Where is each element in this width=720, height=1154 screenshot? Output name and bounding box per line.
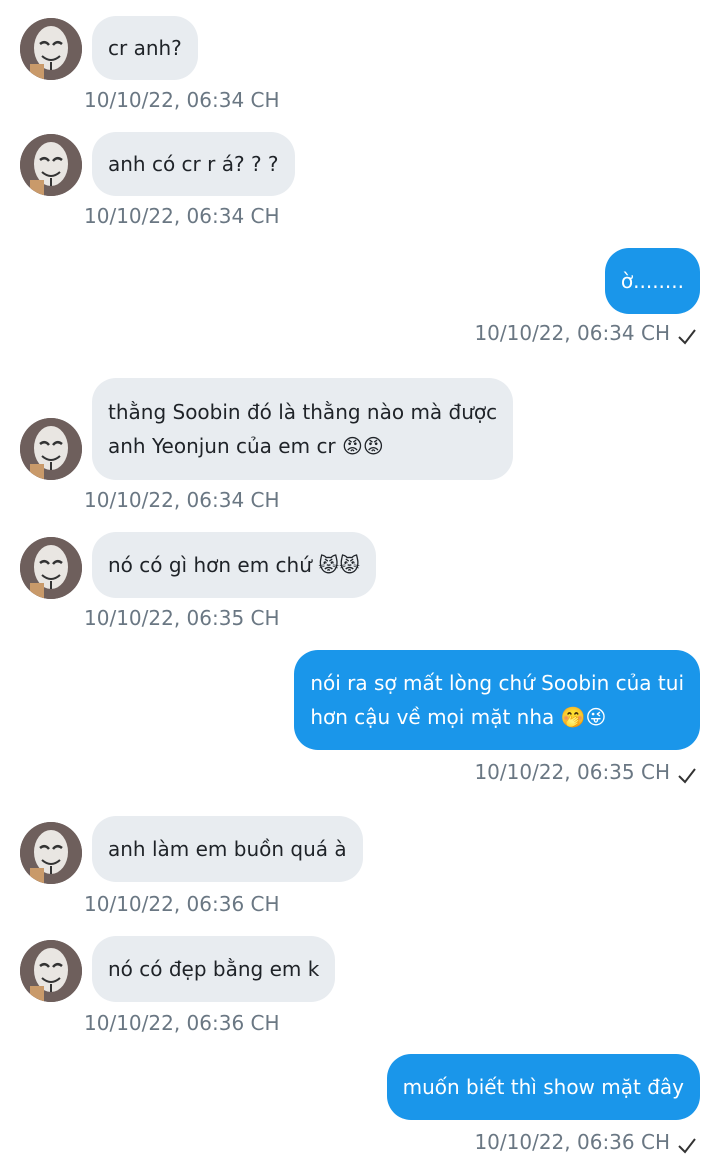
avatar-icon[interactable] [20, 822, 82, 884]
avatar-icon[interactable] [20, 537, 82, 599]
message-timestamp: 10/10/22, 06:34 CH [84, 88, 280, 112]
avatar-icon[interactable] [20, 18, 82, 80]
checkmark-icon [676, 764, 698, 786]
message-text-line: thằng Soobin đó là thằng nào mà được [108, 400, 498, 424]
message-text: anh có cr r á? ? ? [108, 152, 279, 176]
avatar-icon[interactable] [20, 418, 82, 480]
message-timestamp: 10/10/22, 06:36 CH [474, 1130, 670, 1154]
message-text: nó có gì hơn em chứ 😾😾 [108, 553, 360, 577]
message-text: muốn biết thì show mặt đây [402, 1075, 684, 1099]
message-bubble[interactable]: nó có gì hơn em chứ 😾😾 [92, 532, 376, 598]
message-text-line: hơn cậu về mọi mặt nha 🤭😜 [310, 705, 607, 729]
checkmark-icon [676, 1134, 698, 1154]
message-bubble[interactable]: anh làm em buồn quá à [92, 816, 363, 882]
checkmark-icon [676, 325, 698, 347]
message-bubble[interactable]: ờ........ [604, 248, 700, 314]
avatar-icon[interactable] [20, 940, 82, 1002]
message-timestamp: 10/10/22, 06:35 CH [84, 606, 280, 630]
message-text-line: anh Yeonjun của em cr 😡😡 [108, 434, 384, 458]
message-text: anh làm em buồn quá à [108, 837, 347, 861]
message-bubble[interactable]: muốn biết thì show mặt đây [386, 1054, 700, 1120]
message-bubble[interactable]: cr anh? [92, 16, 198, 80]
message-timestamp: 10/10/22, 06:34 CH [474, 321, 670, 345]
message-bubble[interactable]: nói ra sợ mất lòng chứ Soobin của tui hơ… [294, 650, 700, 750]
message-timestamp: 10/10/22, 06:34 CH [84, 204, 280, 228]
message-timestamp: 10/10/22, 06:35 CH [474, 760, 670, 784]
message-timestamp: 10/10/22, 06:34 CH [84, 488, 280, 512]
message-bubble[interactable]: thằng Soobin đó là thằng nào mà được anh… [92, 378, 514, 480]
message-text-line: nói ra sợ mất lòng chứ Soobin của tui [310, 671, 684, 695]
message-text: ờ........ [620, 269, 684, 293]
message-bubble[interactable]: anh có cr r á? ? ? [92, 132, 295, 196]
message-text: cr anh? [108, 36, 182, 60]
message-bubble[interactable]: nó có đẹp bằng em k [92, 936, 336, 1002]
message-timestamp: 10/10/22, 06:36 CH [84, 1011, 280, 1035]
message-timestamp: 10/10/22, 06:36 CH [84, 892, 280, 916]
message-text: nó có đẹp bằng em k [108, 957, 320, 981]
avatar-icon[interactable] [20, 134, 82, 196]
